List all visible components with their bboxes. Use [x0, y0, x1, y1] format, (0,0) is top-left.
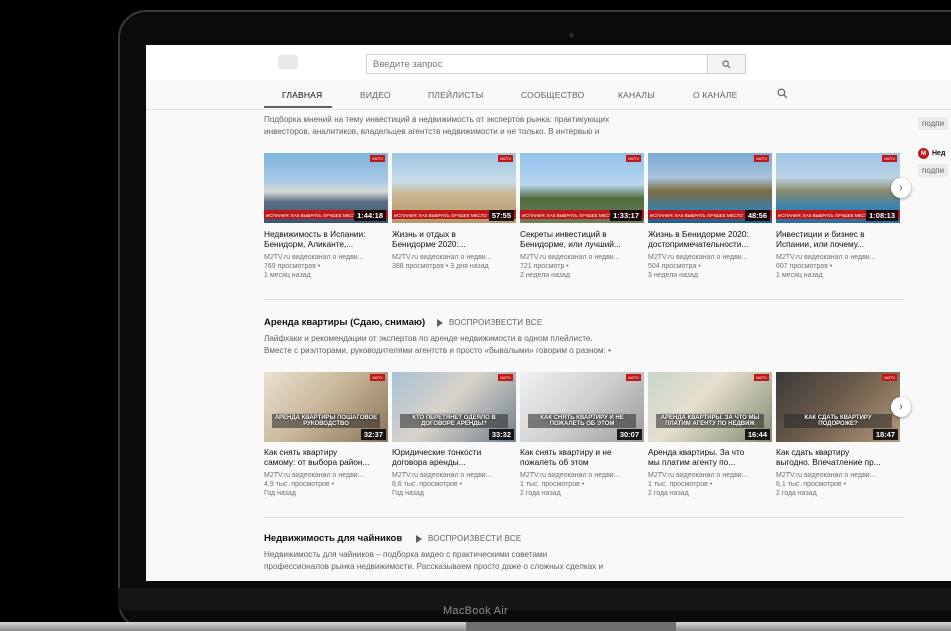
section-divider	[264, 517, 904, 518]
avatar: M	[918, 148, 929, 159]
featured-channel[interactable]: M Нед	[918, 148, 945, 159]
active-tab-indicator	[264, 106, 332, 108]
search-icon	[722, 59, 731, 68]
video-title[interactable]: Жизнь и отдых в Бенидорме 2020:...	[392, 229, 512, 249]
channel-badge: M2TV	[370, 374, 385, 381]
channel-badge: M2TV	[626, 374, 641, 381]
camera-icon	[569, 33, 574, 38]
play-icon	[416, 534, 422, 543]
channel-badge: M2TV	[626, 155, 641, 162]
video-title[interactable]: Секреты инвестиций в Бенидорме, или лучши…	[520, 229, 640, 249]
ribbon-text: ИСПАНИЯ: КАК ВЫБРАТЬ ЛУЧШЕЕ МЕСТО	[266, 213, 359, 218]
ribbon-text: ИСПАНИЯ: КАК ВЫБРАТЬ ЛУЧШЕЕ МЕСТО	[394, 213, 487, 218]
video-thumbnail[interactable]: M2TV АРЕНДА КВАРТИРЫ ПОШАГОВОЕ РУКОВОДСТ…	[264, 372, 388, 442]
video-duration: 1:08:13	[866, 210, 898, 221]
video-thumbnail[interactable]: M2TV АРЕНДА КВАРТИРЫ. ЗА ЧТО МЫ ПЛАТИМ А…	[648, 372, 772, 442]
section3-play-all-button[interactable]: ВОСПРОИЗВЕСТИ ВСЕ	[416, 534, 521, 543]
video-duration: 33:32	[488, 429, 514, 440]
video-thumbnail[interactable]: M2TV КАК СНЯТЬ КВАРТИРУ И НЕ ПОЖАЛЕТЬ ОБ…	[520, 372, 644, 442]
carousel-next-button[interactable]: ›	[891, 397, 911, 417]
channel-badge: M2TV	[882, 374, 897, 381]
tab-videos[interactable]: ВИДЕО	[360, 90, 391, 100]
section3-description: Недвижимость для чайников – подборка вид…	[264, 550, 604, 571]
top-bar	[146, 45, 951, 81]
video-thumbnail[interactable]: M2TV ИСПАНИЯ: КАК ВЫБРАТЬ ЛУЧШЕЕ МЕСТО 4…	[648, 153, 772, 223]
section3-title[interactable]: Недвижимость для чайников	[264, 533, 402, 544]
video-duration: 1:33:17	[610, 210, 642, 221]
ribbon-text: ИСПАНИЯ: КАК ВЫБРАТЬ ЛУЧШЕЕ МЕСТО	[778, 213, 871, 218]
video-meta: M2TV.ru видеоканал о недви... 6,1 тыс. пр…	[776, 472, 876, 497]
video-duration: 30:07	[616, 429, 642, 440]
carousel-next-button[interactable]: ›	[891, 178, 911, 198]
video-meta: M2TV.ru видеоканал о недви... 769 просмот…	[264, 254, 364, 279]
video-thumbnail[interactable]: M2TV ИСПАНИЯ: КАК ВЫБРАТЬ ЛУЧШЕЕ МЕСТО 1…	[264, 153, 388, 223]
video-title[interactable]: Как снять квартиру самому: от выбора райо…	[264, 447, 384, 467]
video-title[interactable]: Аренда квартиры. За что мы платим агенту …	[648, 447, 768, 467]
video-meta: M2TV.ru видеоканал о недви... 8,6 тыс. пр…	[392, 472, 492, 497]
video-duration: 16:44	[744, 429, 770, 440]
ribbon-text: ИСПАНИЯ: КАК ВЫБРАТЬ ЛУЧШЕЕ МЕСТО	[650, 213, 743, 218]
section2-title[interactable]: Аренда квартиры (Сдаю, снимаю)	[264, 317, 425, 328]
video-duration: 32:37	[360, 429, 386, 440]
featured-channel-name: Нед	[932, 150, 946, 157]
youtube-logo[interactable]	[278, 55, 298, 69]
video-thumbnail[interactable]: M2TV ИСПАНИЯ: КАК ВЫБРАТЬ ЛУЧШЕЕ МЕСТО 1…	[776, 153, 900, 223]
video-thumbnail[interactable]: M2TV КТО ПЕРЕТЯНЕТ ОДЕЯЛО В ДОГОВОРЕ АРЕ…	[392, 372, 516, 442]
video-meta: M2TV.ru видеоканал о недви... 1 тыс. прос…	[648, 472, 748, 497]
channel-badge: M2TV	[754, 155, 769, 162]
video-title[interactable]: Жизнь в Бенидорме 2020: достопримечательн…	[648, 229, 768, 249]
video-title[interactable]: Недвижимость в Испании: Бенидорм, Аликант…	[264, 229, 384, 249]
video-title[interactable]: Как снять квартиру и не пожалеть об этом	[520, 447, 640, 467]
laptop-notch	[466, 622, 676, 631]
thumbnail-caption: АРЕНДА КВАРТИРЫ. ЗА ЧТО МЫ ПЛАТИМ АГЕНТУ…	[656, 414, 764, 428]
device-brand-label: MacBook Air	[442, 605, 509, 617]
video-meta: M2TV.ru видеоканал о недви... 504 просмот…	[648, 254, 748, 279]
channel-badge: M2TV	[498, 374, 513, 381]
search-box	[366, 54, 709, 74]
video-duration: 57:55	[488, 210, 514, 221]
tab-community[interactable]: СООБЩЕСТВО	[521, 90, 584, 100]
search-button[interactable]	[708, 54, 746, 74]
video-meta: M2TV.ru видеоканал о недви... 721 просмот…	[520, 254, 620, 279]
video-duration: 48:56	[744, 210, 770, 221]
channel-badge: M2TV	[754, 374, 769, 381]
video-meta: M2TV.ru видеоканал о недви... 607 просмот…	[776, 254, 876, 279]
screen: ГЛАВНАЯ ВИДЕО ПЛЕЙЛИСТЫ СООБЩЕСТВО КАНАЛ…	[146, 45, 951, 581]
search-input[interactable]	[367, 55, 709, 73]
thumbnail-caption: АРЕНДА КВАРТИРЫ ПОШАГОВОЕ РУКОВОДСТВО	[272, 414, 380, 428]
section-divider	[264, 299, 904, 300]
video-thumbnail[interactable]: M2TV ИСПАНИЯ: КАК ВЫБРАТЬ ЛУЧШЕЕ МЕСТО 1…	[520, 153, 644, 223]
channel-badge: M2TV	[882, 155, 897, 162]
thumbnail-caption: КТО ПЕРЕТЯНЕТ ОДЕЯЛО В ДОГОВОРЕ АРЕНДЫ?	[400, 414, 508, 428]
channel-badge: M2TV	[370, 155, 385, 162]
tab-home[interactable]: ГЛАВНАЯ	[282, 90, 322, 100]
section2-play-all-button[interactable]: ВОСПРОИЗВЕСТИ ВСЕ	[437, 318, 542, 327]
tab-channels[interactable]: КАНАЛЫ	[618, 90, 655, 100]
section2-description: Лайфхаки и рекомендации от экспертов по …	[264, 334, 611, 355]
video-duration: 18:47	[872, 429, 898, 440]
video-meta: M2TV.ru видеоканал о недви... 1 тыс. прос…	[520, 472, 620, 497]
video-title[interactable]: Инвестиции и бизнес в Испании, или почему…	[776, 229, 896, 249]
channel-tabs: ГЛАВНАЯ ВИДЕО ПЛЕЙЛИСТЫ СООБЩЕСТВО КАНАЛ…	[146, 81, 951, 110]
video-thumbnail[interactable]: M2TV КАК СДАТЬ КВАРТИРУ ПОДОРОЖЕ? 18:47	[776, 372, 900, 442]
tab-about[interactable]: О КАНАЛЕ	[693, 90, 737, 100]
tab-playlists[interactable]: ПЛЕЙЛИСТЫ	[428, 90, 484, 100]
play-icon	[437, 318, 443, 327]
subscribe-button[interactable]: подпи	[918, 164, 949, 177]
video-title[interactable]: Юридические тонкости договора аренды...	[392, 447, 512, 467]
video-title[interactable]: Как сдать квартиру выгодно. Впечатление п…	[776, 447, 896, 467]
subscribe-button[interactable]: подпи	[918, 117, 949, 130]
thumbnail-caption: КАК СНЯТЬ КВАРТИРУ И НЕ ПОЖАЛЕТЬ ОБ ЭТОМ	[528, 414, 636, 428]
channel-badge: M2TV	[498, 155, 513, 162]
video-duration: 1:44:18	[354, 210, 386, 221]
video-meta: M2TV.ru видеоканал о недви... 4,9 тыс. пр…	[264, 472, 364, 497]
video-thumbnail[interactable]: M2TV ИСПАНИЯ: КАК ВЫБРАТЬ ЛУЧШЕЕ МЕСТО 5…	[392, 153, 516, 223]
chevron-right-icon: ›	[899, 401, 903, 413]
chevron-right-icon: ›	[899, 182, 903, 194]
section1-description: Подборка мнений на тему инвестиций в нед…	[264, 115, 610, 136]
video-meta: M2TV.ru видеоканал о недви... 388 просмот…	[392, 254, 492, 270]
ribbon-text: ИСПАНИЯ: КАК ВЫБРАТЬ ЛУЧШЕЕ МЕСТО	[522, 213, 615, 218]
thumbnail-caption: КАК СДАТЬ КВАРТИРУ ПОДОРОЖЕ?	[784, 414, 892, 428]
channel-search-icon[interactable]	[777, 88, 788, 99]
